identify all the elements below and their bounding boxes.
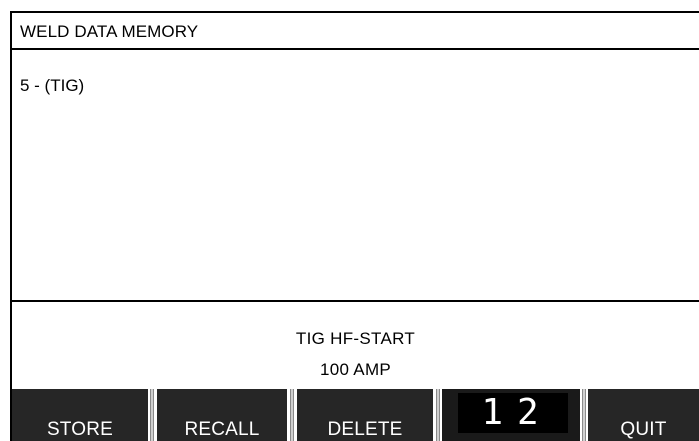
softkey-bar: STORE RECALL DELETE 12 QUIT — [12, 389, 699, 441]
weld-data-memory-screen: WELD DATA MEMORY 5 - (TIG) TIG HF-START … — [10, 11, 699, 441]
page-total: 2 — [517, 392, 545, 433]
softkey-divider — [290, 389, 294, 441]
softkey-divider — [582, 389, 586, 441]
store-button[interactable]: STORE — [12, 389, 148, 441]
page-toggle-button[interactable]: 12 — [442, 389, 580, 441]
welding-current-label: 100 AMP — [319, 360, 392, 379]
memory-list: 5 - (TIG) — [12, 50, 699, 302]
page-indicator: 12 — [458, 393, 568, 433]
weld-info-panel: TIG HF-START 100 AMP — [12, 302, 699, 389]
title-bar: WELD DATA MEMORY — [12, 13, 699, 50]
memory-list-item[interactable]: 5 - (TIG) — [20, 76, 84, 96]
recall-button-label: RECALL — [184, 419, 260, 440]
screen-title: WELD DATA MEMORY — [20, 22, 199, 41]
softkey-divider — [436, 389, 440, 441]
delete-button[interactable]: DELETE — [297, 389, 433, 441]
quit-button[interactable]: QUIT — [588, 389, 699, 441]
store-button-label: STORE — [46, 419, 114, 440]
recall-button[interactable]: RECALL — [157, 389, 287, 441]
delete-button-label: DELETE — [327, 419, 403, 440]
softkey-divider — [150, 389, 154, 441]
welding-method-label: TIG HF-START — [295, 329, 416, 348]
page-current: 1 — [481, 392, 509, 433]
quit-button-label: QUIT — [620, 419, 667, 440]
